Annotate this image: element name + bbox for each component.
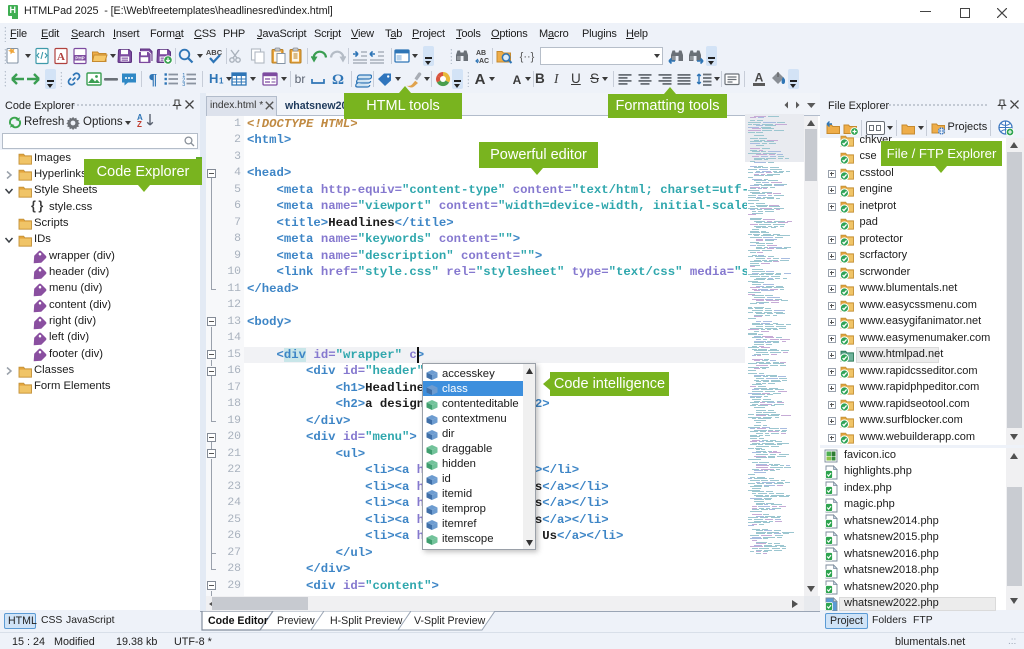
svg-text:H: H bbox=[209, 71, 218, 86]
svg-text:A: A bbox=[475, 71, 486, 88]
svg-text:¶: ¶ bbox=[149, 72, 158, 89]
svg-text:A: A bbox=[755, 71, 764, 85]
svg-text:1: 1 bbox=[219, 77, 224, 86]
svg-text:Ω: Ω bbox=[332, 72, 344, 88]
svg-text:A: A bbox=[513, 73, 522, 87]
svg-text:br: br bbox=[295, 72, 306, 86]
svg-text:PHP: PHP bbox=[75, 56, 84, 61]
svg-text:{··}: {··} bbox=[520, 51, 535, 63]
svg-text:AB: AB bbox=[476, 50, 486, 57]
svg-text:A: A bbox=[57, 51, 65, 63]
svg-text:AC: AC bbox=[479, 58, 489, 65]
svg-text:3: 3 bbox=[182, 82, 185, 88]
